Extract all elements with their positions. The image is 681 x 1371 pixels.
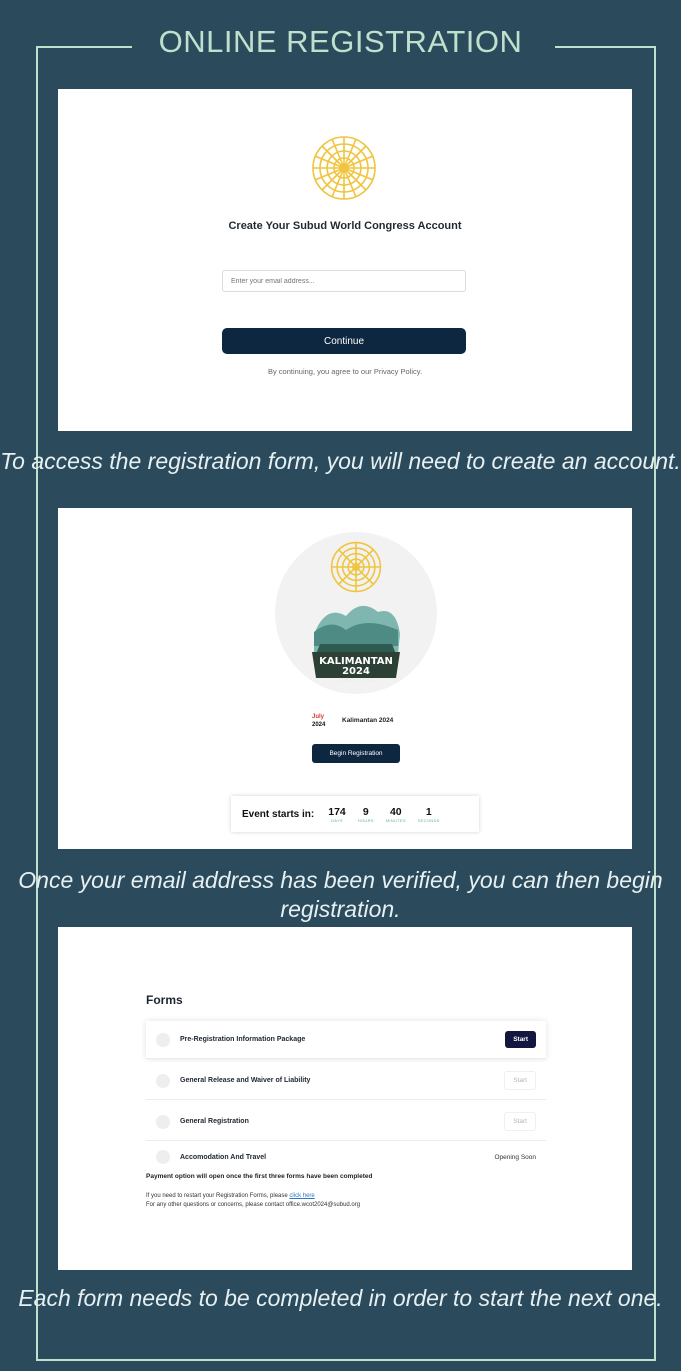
forms-screenshot: Forms Pre-Registration Information Packa… — [58, 927, 632, 1270]
countdown-minutes: 40 MINUTES — [386, 806, 406, 823]
privacy-terms-text: By continuing, you agree to our Privacy … — [267, 367, 423, 376]
countdown-seconds: 1 SECONDS — [418, 806, 440, 823]
form-label: General Registration — [180, 1118, 249, 1125]
start-button[interactable]: Start — [505, 1031, 536, 1048]
logo-year-text: 2024 — [342, 666, 370, 677]
form-row[interactable]: General Release and Waiver of Liability … — [146, 1062, 546, 1100]
countdown-days: 174 DAYS — [328, 806, 346, 823]
countdown-value: 40 — [389, 805, 402, 818]
logo-sub-text: 16th Subud World Congress — [332, 679, 381, 683]
countdown-unit: DAYS — [331, 817, 343, 823]
continue-button[interactable]: Continue — [222, 328, 466, 354]
form-status-icon — [156, 1032, 170, 1047]
email-field[interactable] — [222, 270, 466, 292]
form-row[interactable]: Accomodation And Travel Opening Soon — [146, 1141, 546, 1173]
opening-soon-status: Opening Soon — [494, 1153, 536, 1161]
countdown-value: 9 — [362, 805, 369, 818]
subud-logo-icon — [330, 541, 382, 593]
form-label: Accomodation And Travel — [180, 1153, 267, 1161]
step2-caption: Once your email address has been verifie… — [18, 867, 663, 922]
countdown-unit: HOURS — [357, 817, 374, 823]
step3-caption: Each form needs to be completed in order… — [18, 1285, 663, 1311]
step1-caption: To access the registration form, you wil… — [0, 448, 681, 474]
countdown-timer: Event starts in: 174 DAYS 9 HOURS 40 MIN… — [231, 796, 479, 832]
countdown-label: Event starts in: — [242, 808, 315, 820]
form-row[interactable]: General Registration Start — [146, 1103, 546, 1141]
countdown-unit: SECONDS — [417, 817, 440, 823]
form-label: General Release and Waiver of Liability — [180, 1077, 311, 1084]
contact-text: For any other questions or concerns, ple… — [146, 1202, 361, 1208]
payment-note: Payment option will open once the first … — [146, 1173, 373, 1180]
account-creation-screenshot: Create Your Subud World Congress Account… — [58, 89, 632, 431]
begin-registration-button[interactable]: Begin Registration — [312, 744, 400, 763]
countdown-value: 1 — [425, 805, 432, 818]
countdown-value: 174 — [328, 805, 346, 818]
kalimantan-logo-icon: KALIMANTAN 2024 16th Subud World Congres… — [312, 605, 400, 683]
subud-logo-icon — [312, 136, 376, 200]
event-year: 2024 — [312, 722, 326, 728]
event-month: July — [312, 714, 325, 720]
form-status-icon — [156, 1114, 170, 1129]
begin-registration-screenshot: KALIMANTAN 2024 16th Subud World Congres… — [58, 508, 632, 849]
countdown-unit: MINUTES — [385, 817, 406, 823]
start-button[interactable]: Start — [504, 1071, 536, 1090]
restart-text: If you need to restart your Registration… — [146, 1193, 290, 1199]
restart-note: If you need to restart your Registration… — [146, 1192, 360, 1210]
click-here-link[interactable]: click here — [289, 1193, 314, 1199]
event-date: July 2024 — [312, 713, 325, 729]
forms-title: Forms — [146, 993, 183, 1007]
account-title: Create Your Subud World Congress Account — [228, 220, 462, 232]
form-status-icon — [156, 1150, 170, 1164]
form-label: Pre-Registration Information Package — [180, 1036, 306, 1043]
form-row[interactable]: Pre-Registration Information Package Sta… — [146, 1021, 546, 1059]
event-name: Kalimantan 2024 — [342, 717, 394, 724]
countdown-hours: 9 HOURS — [358, 806, 374, 823]
form-status-icon — [156, 1073, 170, 1088]
start-button[interactable]: Start — [504, 1112, 536, 1131]
